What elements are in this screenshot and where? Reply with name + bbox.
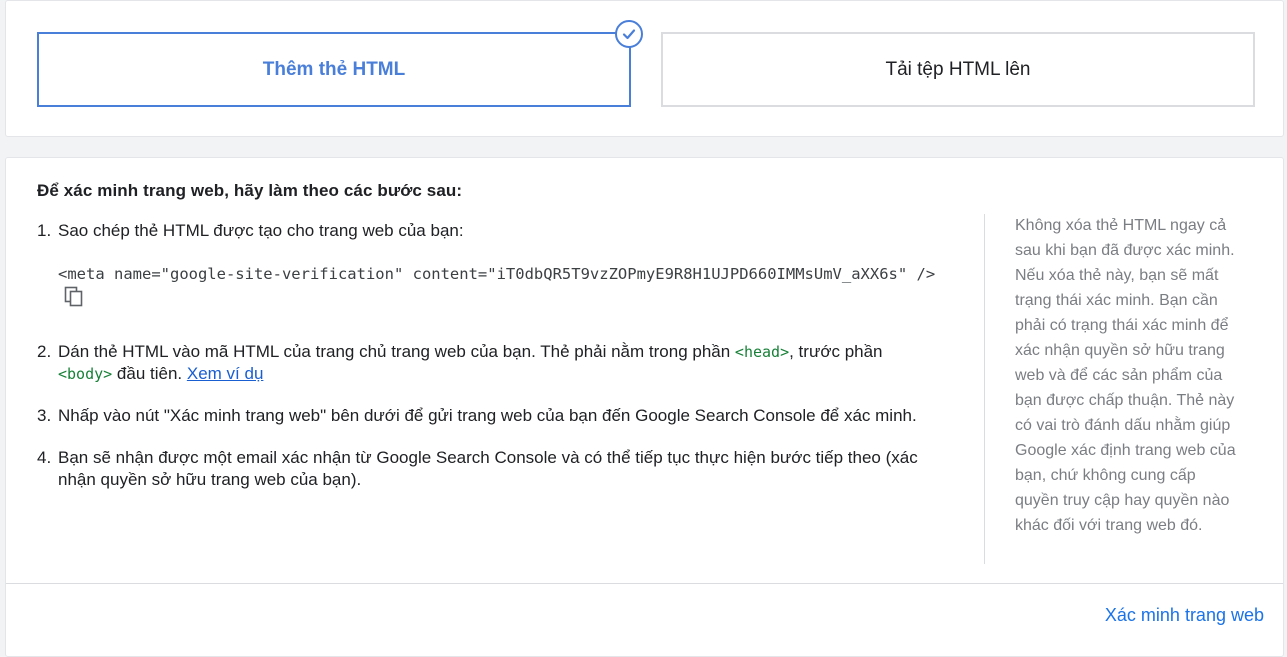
step-4-text: Bạn sẽ nhận được một email xác nhận từ G… xyxy=(58,448,918,489)
html-tag-option-label: Thêm thẻ HTML xyxy=(262,58,406,80)
side-note: Không xóa thẻ HTML ngay cả sau khi bạn đ… xyxy=(1015,217,1236,534)
meta-tag-code[interactable]: <meta name="google-site-verification" co… xyxy=(58,262,948,315)
verify-site-button[interactable]: Xác minh trang web xyxy=(1105,605,1264,626)
step-1: 1. Sao chép thẻ HTML được tạo cho trang … xyxy=(37,220,937,315)
copy-icon[interactable] xyxy=(64,286,84,315)
step-3: 3. Nhấp vào nút "Xác minh trang web" bên… xyxy=(37,406,917,425)
step-4: 4. Bạn sẽ nhận được một email xác nhận t… xyxy=(37,448,918,489)
upload-html-file-option[interactable]: Tải tệp HTML lên xyxy=(661,32,1255,107)
step-3-text: Nhấp vào nút "Xác minh trang web" bên dư… xyxy=(58,406,917,425)
step-1-text: Sao chép thẻ HTML được tạo cho trang web… xyxy=(58,221,464,240)
step-2-text-end: đầu tiên. xyxy=(112,364,187,383)
step-2-text-cont: , trước phần xyxy=(789,342,883,361)
head-tag-text: <head> xyxy=(734,343,790,361)
step-2-text: Dán thẻ HTML vào mã HTML của trang chủ t… xyxy=(58,342,735,361)
side-divider xyxy=(984,214,985,564)
upload-option-label: Tải tệp HTML lên xyxy=(885,58,1031,80)
steps-list: 1. Sao chép thẻ HTML được tạo cho trang … xyxy=(37,220,937,511)
step-2: 2. Dán thẻ HTML vào mã HTML của trang ch… xyxy=(37,342,883,383)
instructions-title: Để xác minh trang web, hãy làm theo các … xyxy=(37,181,463,200)
method-selector-card: Thêm thẻ HTML Tải tệp HTML lên xyxy=(5,0,1284,137)
see-example-link[interactable]: Xem ví dụ xyxy=(187,364,264,383)
body-tag-text: <body> xyxy=(58,365,113,383)
check-circle-icon xyxy=(615,20,643,48)
html-tag-option[interactable]: Thêm thẻ HTML xyxy=(37,32,631,107)
instructions-card: Để xác minh trang web, hãy làm theo các … xyxy=(5,157,1284,657)
footer-divider xyxy=(6,583,1283,584)
meta-tag-text[interactable]: <meta name="google-site-verification" co… xyxy=(58,265,935,283)
